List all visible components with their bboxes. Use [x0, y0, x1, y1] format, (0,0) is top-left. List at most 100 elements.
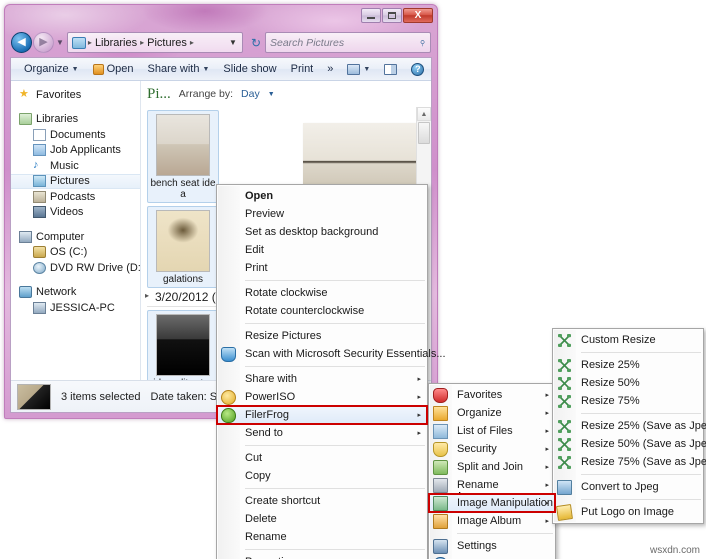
sidebar-item-label: Favorites	[36, 88, 82, 101]
menu-item-filerfrog[interactable]: FilerFrog ▸	[216, 405, 428, 425]
chevron-down-icon[interactable]: ▼	[268, 91, 275, 98]
submenu-item-security[interactable]: Security ▸	[429, 440, 555, 458]
menu-item-label: Open	[245, 190, 274, 202]
submenu-item-favorites[interactable]: Favorites ▸	[429, 386, 555, 404]
submenu-item-resize-75-jpeg[interactable]: Resize 75% (Save as Jpeg)	[553, 453, 706, 471]
menu-item-label: Settings	[457, 540, 497, 552]
menu-item-send-to[interactable]: Send to ▸	[217, 424, 427, 442]
sidebar-item-favorites[interactable]: ★ Favorites	[11, 87, 140, 103]
scrollbar-thumb[interactable]	[418, 122, 430, 144]
menu-item-set-as-desktop-background[interactable]: Set as desktop background	[217, 223, 427, 241]
menu-item-label: PowerISO	[245, 391, 296, 403]
submenu-item-rename[interactable]: Rename ▸	[429, 476, 555, 494]
menu-item-edit[interactable]: Edit	[217, 241, 427, 259]
preview-pane-icon	[384, 63, 398, 75]
back-button[interactable]: ◀	[11, 32, 32, 53]
sidebar-item-libraries[interactable]: Libraries	[11, 112, 140, 128]
submenu-item-put-logo-on-image[interactable]: Put Logo on Image	[553, 503, 703, 521]
menu-item-copy[interactable]: Copy	[217, 467, 427, 485]
sidebar-item-network[interactable]: Network	[11, 285, 140, 301]
close-button[interactable]: X	[403, 8, 433, 23]
chevron-right-icon: ▸	[545, 518, 549, 525]
submenu-item-organize[interactable]: Organize ▸	[429, 404, 555, 422]
submenu-item-split-and-join[interactable]: Split and Join ▸	[429, 458, 555, 476]
toolbar-help[interactable]: ?	[404, 62, 431, 76]
sidebar-item-os-c[interactable]: OS (C:)	[11, 245, 140, 261]
submenu-item-resize-50-jpeg[interactable]: Resize 50% (Save as Jpeg)	[553, 435, 706, 453]
submenu-item-image-manipulation[interactable]: Image Manipulation ▸	[428, 493, 556, 513]
menu-item-open[interactable]: Open	[217, 187, 427, 205]
breadcrumb-pictures[interactable]: Pictures	[146, 37, 188, 49]
toolbar-view-mode[interactable]: ▼	[340, 63, 377, 75]
menu-item-rotate-clockwise[interactable]: Rotate clockwise	[217, 284, 427, 302]
sidebar-item-dvd-drive[interactable]: DVD RW Drive (D:) A	[11, 260, 140, 276]
sidebar-item-podcasts[interactable]: Podcasts	[11, 189, 140, 205]
toolbar-slide-show[interactable]: Slide show	[216, 63, 283, 75]
breadcrumb-dropdown-icon[interactable]: ▼	[229, 38, 240, 47]
toolbar-share-with[interactable]: Share with ▼	[141, 63, 217, 75]
sidebar-item-label: Computer	[36, 230, 85, 243]
menu-separator	[245, 488, 425, 489]
menu-item-rotate-counterclockwise[interactable]: Rotate counterclockwise	[217, 302, 427, 320]
menu-item-scan-with-security-essentials[interactable]: Scan with Microsoft Security Essentials.…	[217, 345, 446, 363]
toolbar-print-label: Print	[290, 63, 314, 75]
maximize-button[interactable]	[382, 8, 402, 23]
thumbnail-image	[156, 210, 210, 272]
sidebar-item-job-applicants[interactable]: Job Applicants	[11, 143, 140, 159]
menu-separator	[245, 366, 425, 367]
menu-item-label: Resize 75% (Save as Jpeg)	[581, 456, 706, 468]
menu-item-share-with[interactable]: Share with ▸	[217, 370, 427, 388]
submenu-item-settings[interactable]: Settings	[429, 537, 555, 555]
list-item[interactable]: galations	[147, 206, 219, 288]
sidebar-item-jessica-pc[interactable]: JESSICA-PC	[11, 300, 140, 316]
submenu-item-list-of-files[interactable]: List of Files ▸	[429, 422, 555, 440]
toolbar-print[interactable]: Print	[284, 63, 321, 75]
scroll-up-button[interactable]: ▲	[417, 107, 431, 121]
list-item[interactable]: bench seat idea	[147, 110, 219, 203]
menu-item-label: Preview	[245, 208, 285, 220]
sidebar-item-documents[interactable]: Documents	[11, 127, 140, 143]
arrange-by-value[interactable]: Day	[241, 88, 260, 100]
submenu-item-custom-resize[interactable]: Custom Resize	[553, 331, 703, 349]
title-bar[interactable]: X	[5, 5, 437, 29]
close-icon: X	[414, 9, 422, 21]
menu-item-rename[interactable]: Rename	[217, 528, 427, 546]
menu-item-label: Convert to Jpeg	[581, 481, 659, 493]
breadcrumb-separator-2[interactable]: ▸	[190, 38, 194, 47]
menu-item-cut[interactable]: Cut	[217, 449, 427, 467]
toolbar-preview-pane[interactable]	[377, 63, 404, 75]
toolbar-organize[interactable]: Organize ▼	[17, 63, 86, 75]
poweriso-icon	[221, 389, 236, 405]
toolbar-open[interactable]: Open	[86, 63, 141, 75]
submenu-item-resize-25-jpeg[interactable]: Resize 25% (Save as Jpeg)	[553, 417, 706, 435]
minimize-button[interactable]	[361, 8, 381, 23]
sidebar-item-computer[interactable]: Computer	[11, 229, 140, 245]
toolbar-overflow[interactable]: »	[320, 63, 340, 75]
sidebar-item-label: Job Applicants	[50, 144, 121, 157]
search-input[interactable]: Search Pictures ⌕	[265, 32, 431, 53]
thumbnail-image	[156, 314, 210, 376]
submenu-item-help[interactable]: Help ▸	[429, 555, 555, 559]
menu-item-create-shortcut[interactable]: Create shortcut	[217, 492, 427, 510]
menu-item-label: Rotate counterclockwise	[245, 305, 365, 317]
submenu-item-resize-25[interactable]: Resize 25%	[553, 356, 703, 374]
watermark: wsxdn.com	[649, 545, 700, 556]
refresh-button[interactable]: ↻	[247, 36, 265, 50]
submenu-item-resize-50[interactable]: Resize 50%	[553, 374, 703, 392]
menu-item-preview[interactable]: Preview	[217, 205, 427, 223]
breadcrumb-libraries[interactable]: Libraries	[94, 37, 138, 49]
sidebar-item-pictures[interactable]: Pictures	[11, 173, 140, 189]
menu-item-resize-pictures[interactable]: Resize Pictures	[217, 327, 427, 345]
menu-item-poweriso[interactable]: PowerISO ▸	[217, 388, 427, 406]
breadcrumb[interactable]: ▸ Libraries ▸ Pictures ▸ ▼	[66, 32, 243, 53]
submenu-item-convert-to-jpeg[interactable]: Convert to Jpeg	[553, 478, 703, 496]
submenu-item-resize-75[interactable]: Resize 75%	[553, 392, 703, 410]
menu-item-delete[interactable]: Delete	[217, 510, 427, 528]
sidebar-item-videos[interactable]: Videos	[11, 205, 140, 221]
forward-button[interactable]: ▶	[33, 32, 54, 53]
history-dropdown-icon[interactable]: ▼	[56, 38, 64, 47]
menu-item-print[interactable]: Print	[217, 259, 427, 277]
sidebar-item-music[interactable]: ♪ Music	[11, 158, 140, 174]
submenu-item-image-album[interactable]: Image Album ▸	[429, 512, 555, 530]
menu-item-properties[interactable]: Properties	[217, 553, 427, 559]
